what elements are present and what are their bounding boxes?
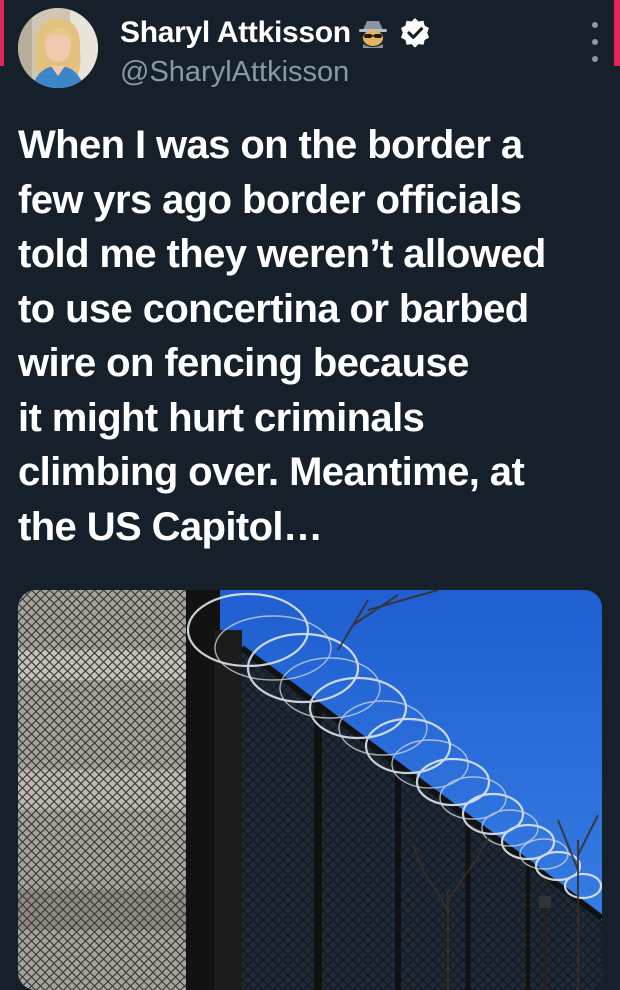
more-options-button[interactable]	[588, 22, 602, 62]
more-vertical-icon	[592, 56, 598, 62]
left-edge-marker	[0, 0, 4, 66]
more-vertical-icon	[592, 22, 598, 28]
display-name[interactable]: Sharyl Attkisson	[120, 16, 351, 50]
tweet-text: When I was on the border a few yrs ago b…	[18, 123, 546, 549]
name-row: Sharyl Attkisson	[120, 14, 431, 52]
spy-emoji-icon	[358, 21, 387, 48]
right-edge-marker	[614, 0, 620, 66]
avatar-image	[18, 8, 98, 88]
verified-badge-icon	[400, 18, 429, 48]
more-vertical-icon	[592, 39, 598, 45]
author-handle[interactable]: @SharylAttkisson	[120, 56, 431, 89]
avatar[interactable]	[18, 8, 98, 88]
author-block: Sharyl Attkisson @SharylAttkisson	[120, 14, 431, 89]
tweet-header: Sharyl Attkisson @SharylAttkisson	[18, 8, 602, 98]
tweet-photo[interactable]	[18, 590, 602, 990]
photo-fence-razor-wire	[18, 590, 602, 990]
